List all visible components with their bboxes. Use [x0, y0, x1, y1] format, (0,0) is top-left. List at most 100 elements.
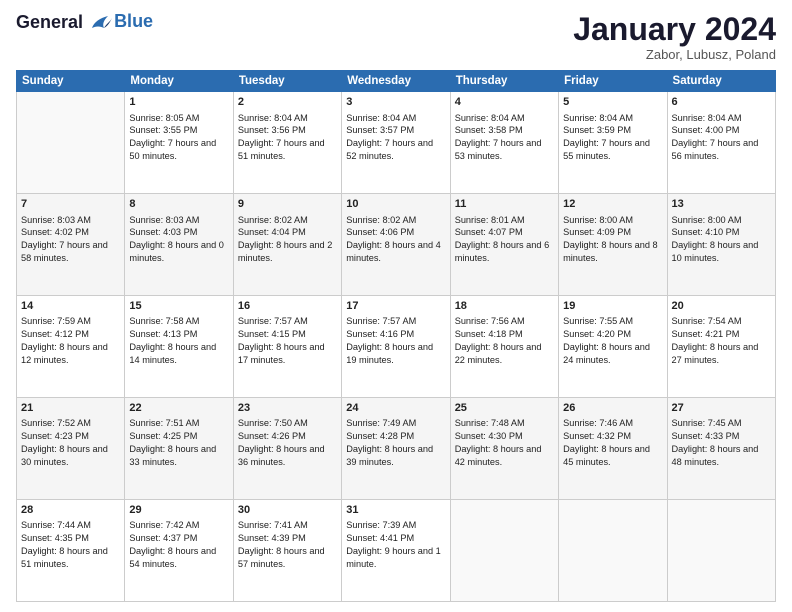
day-number: 6 [672, 95, 771, 110]
day-number: 8 [129, 197, 228, 212]
calendar-cell: 4Sunrise: 8:04 AMSunset: 3:58 PMDaylight… [450, 92, 558, 194]
sunset-text: Sunset: 4:28 PM [346, 430, 445, 443]
sunrise-text: Sunrise: 7:39 AM [346, 519, 445, 532]
weekday-header-tuesday: Tuesday [233, 71, 341, 92]
calendar-cell: 14Sunrise: 7:59 AMSunset: 4:12 PMDayligh… [17, 296, 125, 398]
sunset-text: Sunset: 4:12 PM [21, 328, 120, 341]
day-number: 26 [563, 401, 662, 416]
daylight-text: Daylight: 8 hours and 33 minutes. [129, 443, 228, 469]
page: General Blue January 2024 Zabor, Lubusz,… [0, 0, 792, 612]
daylight-text: Daylight: 7 hours and 53 minutes. [455, 137, 554, 163]
sunrise-text: Sunrise: 7:54 AM [672, 315, 771, 328]
sunrise-text: Sunrise: 7:57 AM [346, 315, 445, 328]
calendar-cell: 21Sunrise: 7:52 AMSunset: 4:23 PMDayligh… [17, 398, 125, 500]
sunset-text: Sunset: 4:18 PM [455, 328, 554, 341]
sunset-text: Sunset: 4:41 PM [346, 532, 445, 545]
daylight-text: Daylight: 8 hours and 4 minutes. [346, 239, 445, 265]
daylight-text: Daylight: 8 hours and 14 minutes. [129, 341, 228, 367]
day-number: 1 [129, 95, 228, 110]
weekday-header-row: SundayMondayTuesdayWednesdayThursdayFrid… [17, 71, 776, 92]
calendar-body: 1Sunrise: 8:05 AMSunset: 3:55 PMDaylight… [17, 92, 776, 602]
daylight-text: Daylight: 8 hours and 0 minutes. [129, 239, 228, 265]
calendar-cell: 10Sunrise: 8:02 AMSunset: 4:06 PMDayligh… [342, 194, 450, 296]
weekday-header-saturday: Saturday [667, 71, 775, 92]
calendar-cell: 6Sunrise: 8:04 AMSunset: 4:00 PMDaylight… [667, 92, 775, 194]
sunrise-text: Sunrise: 7:41 AM [238, 519, 337, 532]
sunset-text: Sunset: 3:56 PM [238, 124, 337, 137]
sunset-text: Sunset: 4:06 PM [346, 226, 445, 239]
day-number: 12 [563, 197, 662, 212]
calendar-cell: 9Sunrise: 8:02 AMSunset: 4:04 PMDaylight… [233, 194, 341, 296]
logo: General Blue [16, 12, 153, 33]
sunset-text: Sunset: 4:20 PM [563, 328, 662, 341]
sunrise-text: Sunrise: 7:51 AM [129, 417, 228, 430]
daylight-text: Daylight: 8 hours and 10 minutes. [672, 239, 771, 265]
day-number: 4 [455, 95, 554, 110]
daylight-text: Daylight: 7 hours and 50 minutes. [129, 137, 228, 163]
calendar-week-row: 1Sunrise: 8:05 AMSunset: 3:55 PMDaylight… [17, 92, 776, 194]
calendar-cell: 16Sunrise: 7:57 AMSunset: 4:15 PMDayligh… [233, 296, 341, 398]
sunset-text: Sunset: 4:37 PM [129, 532, 228, 545]
calendar-cell: 22Sunrise: 7:51 AMSunset: 4:25 PMDayligh… [125, 398, 233, 500]
calendar-cell [667, 500, 775, 602]
calendar-cell: 30Sunrise: 7:41 AMSunset: 4:39 PMDayligh… [233, 500, 341, 602]
calendar-cell [450, 500, 558, 602]
calendar-cell: 15Sunrise: 7:58 AMSunset: 4:13 PMDayligh… [125, 296, 233, 398]
daylight-text: Daylight: 8 hours and 42 minutes. [455, 443, 554, 469]
daylight-text: Daylight: 7 hours and 56 minutes. [672, 137, 771, 163]
calendar-cell: 23Sunrise: 7:50 AMSunset: 4:26 PMDayligh… [233, 398, 341, 500]
sunset-text: Sunset: 4:21 PM [672, 328, 771, 341]
sunrise-text: Sunrise: 8:02 AM [238, 214, 337, 227]
calendar-cell: 11Sunrise: 8:01 AMSunset: 4:07 PMDayligh… [450, 194, 558, 296]
day-number: 9 [238, 197, 337, 212]
sunset-text: Sunset: 4:03 PM [129, 226, 228, 239]
day-number: 22 [129, 401, 228, 416]
calendar-cell: 19Sunrise: 7:55 AMSunset: 4:20 PMDayligh… [559, 296, 667, 398]
sunset-text: Sunset: 4:10 PM [672, 226, 771, 239]
calendar-cell: 28Sunrise: 7:44 AMSunset: 4:35 PMDayligh… [17, 500, 125, 602]
header: General Blue January 2024 Zabor, Lubusz,… [16, 12, 776, 62]
calendar-cell: 27Sunrise: 7:45 AMSunset: 4:33 PMDayligh… [667, 398, 775, 500]
sunset-text: Sunset: 4:07 PM [455, 226, 554, 239]
sunrise-text: Sunrise: 7:56 AM [455, 315, 554, 328]
sunrise-text: Sunrise: 7:52 AM [21, 417, 120, 430]
sunset-text: Sunset: 4:32 PM [563, 430, 662, 443]
daylight-text: Daylight: 8 hours and 27 minutes. [672, 341, 771, 367]
sunset-text: Sunset: 4:23 PM [21, 430, 120, 443]
day-number: 29 [129, 503, 228, 518]
day-number: 15 [129, 299, 228, 314]
daylight-text: Daylight: 8 hours and 12 minutes. [21, 341, 120, 367]
daylight-text: Daylight: 8 hours and 39 minutes. [346, 443, 445, 469]
day-number: 19 [563, 299, 662, 314]
daylight-text: Daylight: 8 hours and 48 minutes. [672, 443, 771, 469]
daylight-text: Daylight: 7 hours and 51 minutes. [238, 137, 337, 163]
sunrise-text: Sunrise: 8:04 AM [455, 112, 554, 125]
calendar-week-row: 14Sunrise: 7:59 AMSunset: 4:12 PMDayligh… [17, 296, 776, 398]
daylight-text: Daylight: 8 hours and 22 minutes. [455, 341, 554, 367]
day-number: 25 [455, 401, 554, 416]
weekday-header-thursday: Thursday [450, 71, 558, 92]
sunrise-text: Sunrise: 8:03 AM [129, 214, 228, 227]
daylight-text: Daylight: 7 hours and 52 minutes. [346, 137, 445, 163]
day-number: 5 [563, 95, 662, 110]
sunset-text: Sunset: 4:30 PM [455, 430, 554, 443]
sunset-text: Sunset: 4:09 PM [563, 226, 662, 239]
day-number: 18 [455, 299, 554, 314]
weekday-header-wednesday: Wednesday [342, 71, 450, 92]
day-number: 3 [346, 95, 445, 110]
calendar-cell [559, 500, 667, 602]
sunrise-text: Sunrise: 8:00 AM [672, 214, 771, 227]
sunrise-text: Sunrise: 7:58 AM [129, 315, 228, 328]
sunset-text: Sunset: 3:59 PM [563, 124, 662, 137]
calendar-cell: 17Sunrise: 7:57 AMSunset: 4:16 PMDayligh… [342, 296, 450, 398]
sunrise-text: Sunrise: 8:01 AM [455, 214, 554, 227]
sunset-text: Sunset: 4:13 PM [129, 328, 228, 341]
daylight-text: Daylight: 8 hours and 51 minutes. [21, 545, 120, 571]
daylight-text: Daylight: 8 hours and 45 minutes. [563, 443, 662, 469]
sunset-text: Sunset: 3:55 PM [129, 124, 228, 137]
calendar-cell: 13Sunrise: 8:00 AMSunset: 4:10 PMDayligh… [667, 194, 775, 296]
sunrise-text: Sunrise: 7:46 AM [563, 417, 662, 430]
daylight-text: Daylight: 7 hours and 55 minutes. [563, 137, 662, 163]
weekday-header-monday: Monday [125, 71, 233, 92]
daylight-text: Daylight: 8 hours and 54 minutes. [129, 545, 228, 571]
